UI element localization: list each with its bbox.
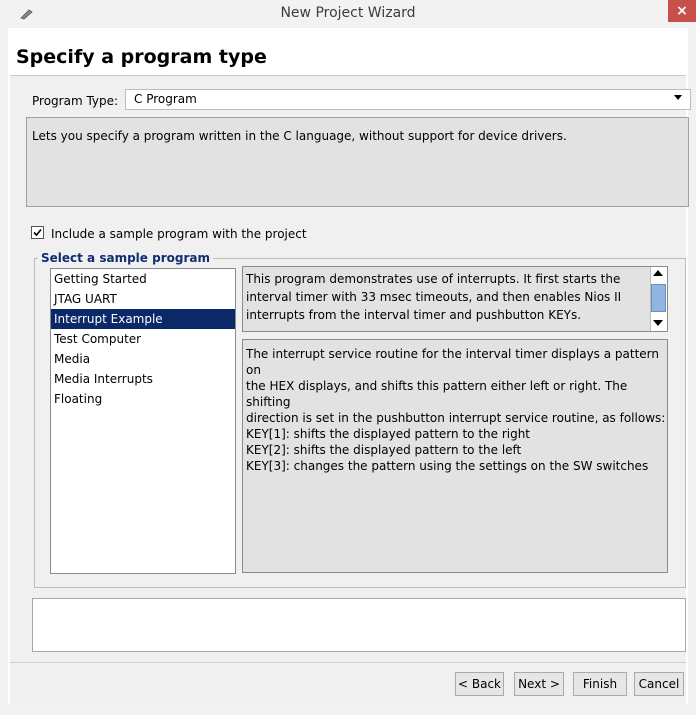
window-title: New Project Wizard — [280, 5, 416, 21]
program-type-label: Program Type: — [32, 94, 119, 108]
window-frame-left — [0, 28, 8, 715]
sample-summary: This program demonstrates use of interru… — [246, 272, 622, 322]
list-item[interactable]: Media Interrupts — [51, 369, 235, 389]
cancel-button[interactable]: Cancel — [634, 672, 684, 696]
details-line: direction is set in the pushbutton inter… — [246, 411, 666, 425]
list-item-selected[interactable]: Interrupt Example — [51, 309, 235, 329]
page-title: Specify a program type — [16, 46, 267, 68]
list-item[interactable]: JTAG UART — [51, 289, 235, 309]
separator — [10, 662, 686, 663]
list-item[interactable]: Floating — [51, 389, 235, 409]
details-line: KEY[3]: changes the pattern using the se… — [246, 459, 649, 473]
details-line: KEY[1]: shifts the displayed pattern to … — [246, 427, 531, 441]
sample-details: The interrupt service routine for the in… — [246, 346, 666, 474]
details-line: the HEX displays, and shifts this patter… — [246, 379, 628, 409]
details-line: KEY[2]: shifts the displayed pattern to … — [246, 443, 522, 457]
program-description: Lets you specify a program written in th… — [32, 129, 567, 143]
program-type-select[interactable] — [125, 89, 691, 110]
list-item[interactable]: Getting Started — [51, 269, 235, 289]
scroll-down-icon[interactable] — [652, 318, 664, 331]
details-line: The interrupt service routine for the in… — [246, 347, 659, 377]
program-type-value[interactable]: C Program — [134, 92, 197, 106]
window-frame-right — [688, 28, 696, 715]
next-button[interactable]: Next > — [514, 672, 564, 696]
scrollbar-thumb[interactable] — [651, 284, 666, 312]
scroll-up-icon[interactable] — [652, 268, 664, 281]
close-button[interactable]: × — [668, 0, 696, 22]
message-area — [32, 598, 686, 652]
include-sample-checkbox[interactable] — [31, 226, 44, 239]
list-item[interactable]: Test Computer — [51, 329, 235, 349]
window-frame-bottom — [0, 704, 696, 715]
sample-program-group-title: Select a sample program — [38, 251, 213, 265]
list-item[interactable]: Media — [51, 349, 235, 369]
back-button[interactable]: < Back — [455, 672, 504, 696]
finish-button[interactable]: Finish — [573, 672, 627, 696]
include-sample-label[interactable]: Include a sample program with the projec… — [51, 227, 307, 241]
chevron-down-icon[interactable] — [673, 92, 683, 105]
